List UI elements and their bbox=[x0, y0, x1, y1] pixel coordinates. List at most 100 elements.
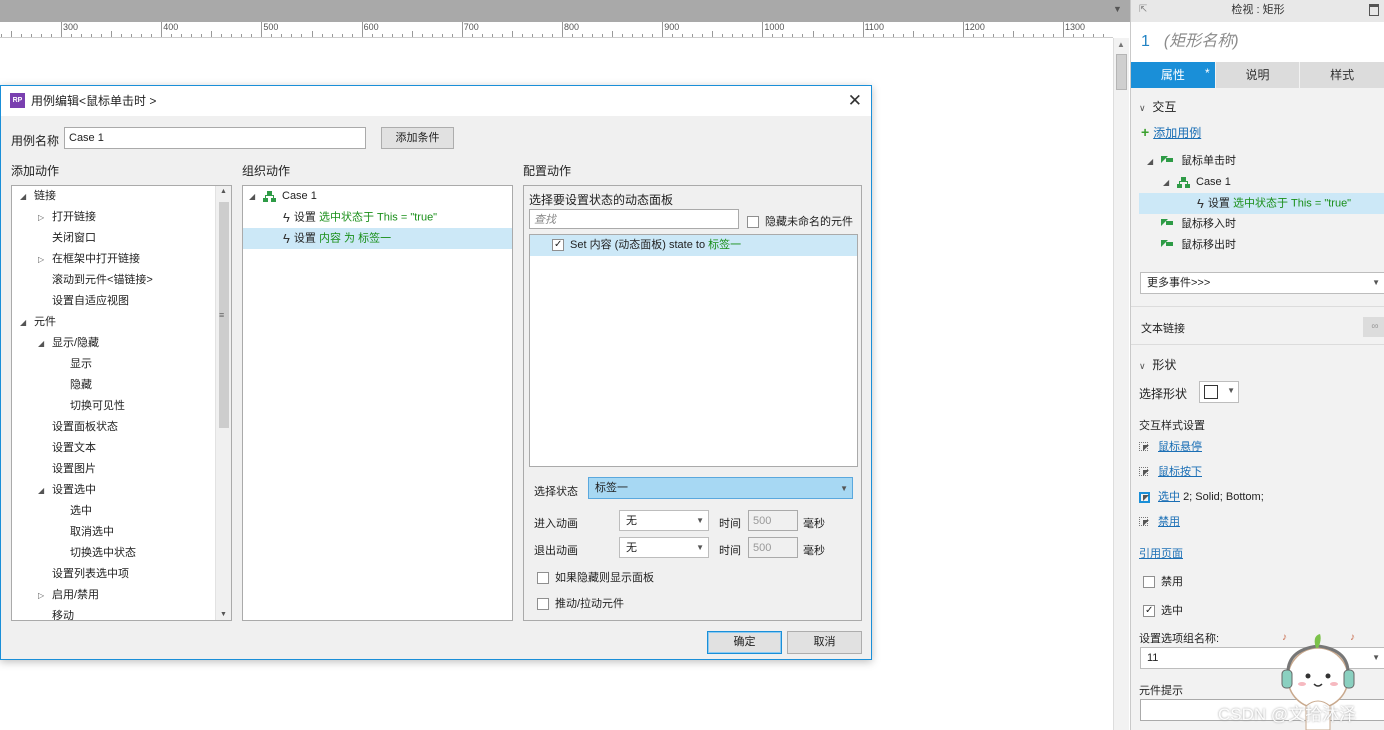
add-case-link[interactable]: + 添加用例 bbox=[1141, 124, 1201, 141]
action-tree-item[interactable]: 设置文本 bbox=[38, 438, 96, 459]
collapse-triangle-icon[interactable]: ◢ bbox=[1163, 172, 1177, 193]
organize-actions-tree: ◢ Case 1 ϟ 设置 选中状态于 This = "true" ϟ 设置 内容 为… bbox=[242, 185, 513, 621]
tree-toggle-icon[interactable]: ▷ bbox=[38, 585, 52, 606]
ruler-tick bbox=[962, 22, 964, 37]
more-events-dropdown[interactable]: 更多事件>>> ▼ bbox=[1140, 272, 1384, 294]
axure-rp-icon: RP bbox=[10, 93, 25, 108]
action-tree-item[interactable]: ◢ 元件 bbox=[20, 312, 56, 333]
action-tree-item[interactable]: ▷ 在框架中打开链接 bbox=[38, 249, 140, 270]
action-tree-item[interactable]: 显示 bbox=[56, 354, 92, 375]
style-disabled[interactable]: 禁用 bbox=[1139, 513, 1180, 529]
interaction-section-header[interactable]: ∨ 交互 bbox=[1139, 98, 1176, 115]
ruler-tick bbox=[211, 31, 213, 37]
style-mouseover[interactable]: 鼠标悬停 bbox=[1139, 438, 1202, 454]
action-tree-item[interactable]: 设置图片 bbox=[38, 459, 96, 480]
add-case-label: 添加用例 bbox=[1153, 126, 1202, 140]
pin-icon[interactable]: ⇱ bbox=[1139, 0, 1147, 20]
link-icon[interactable]: ∞ bbox=[1363, 317, 1384, 337]
organize-case-node[interactable]: ◢ Case 1 bbox=[249, 186, 317, 207]
enter-time-input[interactable]: 500 bbox=[748, 510, 798, 531]
tree-toggle-icon[interactable]: ▷ bbox=[38, 249, 52, 270]
collapse-triangle-icon[interactable]: ◢ bbox=[1147, 151, 1161, 172]
ruler-tick bbox=[331, 34, 333, 37]
tree-toggle-icon[interactable]: ◢ bbox=[20, 312, 34, 333]
tab-style[interactable]: 样式 bbox=[1300, 62, 1384, 88]
action-tree-item[interactable]: 关闭窗口 bbox=[38, 228, 96, 249]
tree-toggle-icon[interactable]: ▷ bbox=[38, 207, 52, 228]
push-widgets-checkbox[interactable]: 推动/拉动元件 bbox=[537, 595, 624, 611]
dialog-titlebar[interactable]: RP 用例编辑<鼠标单击时 > ✕ bbox=[1, 86, 871, 116]
action-tree-item[interactable]: 切换选中状态 bbox=[56, 543, 136, 564]
close-icon[interactable]: ✕ bbox=[848, 86, 862, 116]
event-onmouseout[interactable]: 鼠标移出时 bbox=[1161, 235, 1236, 256]
reference-page-label: 引用页面 bbox=[1139, 548, 1183, 560]
action-tree-item[interactable]: 设置列表选中项 bbox=[38, 564, 129, 585]
dock-icon[interactable] bbox=[1369, 4, 1379, 16]
shape-picker[interactable]: ▼ bbox=[1199, 381, 1239, 403]
checkbox-checked-icon[interactable] bbox=[552, 239, 564, 252]
search-input[interactable]: 查找 bbox=[529, 209, 739, 229]
enter-animation-dropdown[interactable]: 无 ▼ bbox=[619, 510, 709, 531]
style-selected[interactable]: 选中 2; Solid; Bottom; bbox=[1139, 488, 1264, 504]
action-tree-item[interactable]: ▷ 打开链接 bbox=[38, 207, 96, 228]
action-tree-item[interactable]: 切换可见性 bbox=[56, 396, 125, 417]
reference-page-link[interactable]: 引用页面 bbox=[1139, 545, 1183, 561]
event-onmouseenter[interactable]: 鼠标移入时 bbox=[1161, 214, 1236, 235]
organize-action-item[interactable]: ϟ 设置 选中状态于 This = "true" bbox=[243, 207, 512, 228]
selected-checkbox[interactable]: 选中 bbox=[1143, 602, 1183, 618]
show-if-hidden-checkbox[interactable]: 如果隐藏则显示面板 bbox=[537, 569, 654, 585]
scroll-thumb[interactable] bbox=[1116, 54, 1127, 90]
tree-toggle-icon[interactable]: ◢ bbox=[38, 333, 52, 354]
action-tree-item[interactable]: 移动 bbox=[38, 606, 74, 620]
checkbox-icon[interactable] bbox=[747, 216, 759, 229]
shape-section-header[interactable]: ∨ 形状 bbox=[1139, 356, 1176, 373]
tree-toggle-icon[interactable]: ◢ bbox=[20, 186, 34, 207]
exit-time-input[interactable]: 500 bbox=[748, 537, 798, 558]
scroll-up-icon[interactable]: ▲ bbox=[220, 188, 227, 195]
case-node[interactable]: ◢ Case 1 bbox=[1163, 172, 1231, 193]
exit-animation-value: 无 bbox=[626, 542, 637, 554]
ok-button[interactable]: 确定 bbox=[707, 631, 782, 654]
checkbox-icon[interactable] bbox=[1143, 576, 1155, 589]
hide-unnamed-checkbox[interactable]: 隐藏未命名的元件 bbox=[747, 213, 853, 229]
add-condition-button[interactable]: 添加条件 bbox=[381, 127, 454, 149]
dynamic-panel-row[interactable]: Set 内容 (动态面板) state to 标签一 bbox=[530, 235, 857, 256]
collapse-triangle-icon[interactable]: ◢ bbox=[249, 186, 263, 207]
tree-toggle-icon[interactable]: ◢ bbox=[38, 480, 52, 501]
action-tree-item[interactable]: 隐藏 bbox=[56, 375, 92, 396]
case-name-input[interactable]: Case 1 bbox=[64, 127, 366, 149]
style-mousedown[interactable]: 鼠标按下 bbox=[1139, 463, 1202, 479]
action-tree-item[interactable]: 设置面板状态 bbox=[38, 417, 118, 438]
ruler-menu-icon[interactable]: ▼ bbox=[1113, 4, 1122, 14]
scroll-down-icon[interactable]: ▼ bbox=[220, 611, 227, 618]
action-tree-item[interactable]: 滚动到元件<锚链接> bbox=[38, 270, 153, 291]
exit-animation-dropdown[interactable]: 无 ▼ bbox=[619, 537, 709, 558]
ruler-tick bbox=[902, 34, 904, 37]
action-tree-scrollbar[interactable]: ▲ ≡ ▼ bbox=[215, 186, 231, 620]
scroll-up-icon[interactable]: ▲ bbox=[1117, 40, 1125, 49]
action-tree-item[interactable]: ◢ 链接 bbox=[20, 186, 56, 207]
action-tree-item[interactable]: 设置自适应视图 bbox=[38, 291, 129, 312]
action-tree-item[interactable]: ◢ 显示/隐藏 bbox=[38, 333, 99, 354]
action-tree-item[interactable]: ◢ 设置选中 bbox=[38, 480, 96, 501]
disabled-checkbox[interactable]: 禁用 bbox=[1143, 573, 1183, 589]
ruler-tick bbox=[642, 34, 644, 37]
select-state-dropdown[interactable]: 标签一 ▼ bbox=[588, 477, 853, 499]
canvas-vertical-scrollbar[interactable]: ▲ bbox=[1113, 38, 1129, 730]
action-tree-item[interactable]: 取消选中 bbox=[56, 522, 114, 543]
widget-name-field[interactable]: 1 (矩形名称) bbox=[1131, 22, 1384, 62]
action-tree-item[interactable]: 选中 bbox=[56, 501, 92, 522]
action-tree-item[interactable]: ▷ 启用/禁用 bbox=[38, 585, 99, 606]
tab-notes[interactable]: 说明 bbox=[1215, 62, 1301, 88]
checkbox-icon[interactable] bbox=[537, 598, 549, 611]
event-onclick[interactable]: ◢ 鼠标单击时 bbox=[1147, 151, 1236, 172]
checkbox-icon[interactable] bbox=[537, 572, 549, 585]
checkbox-checked-icon[interactable] bbox=[1143, 605, 1155, 618]
action-node[interactable]: ϟ 设置 选中状态于 This = "true" bbox=[1139, 193, 1384, 214]
ruler-tick bbox=[531, 34, 533, 37]
tab-properties[interactable]: 属性 * bbox=[1131, 62, 1216, 88]
style-disabled-link: 禁用 bbox=[1158, 516, 1180, 528]
ruler-label: 700 bbox=[463, 22, 479, 32]
cancel-button[interactable]: 取消 bbox=[787, 631, 862, 654]
organize-action-item-selected[interactable]: ϟ 设置 内容 为 标签一 bbox=[243, 228, 512, 249]
